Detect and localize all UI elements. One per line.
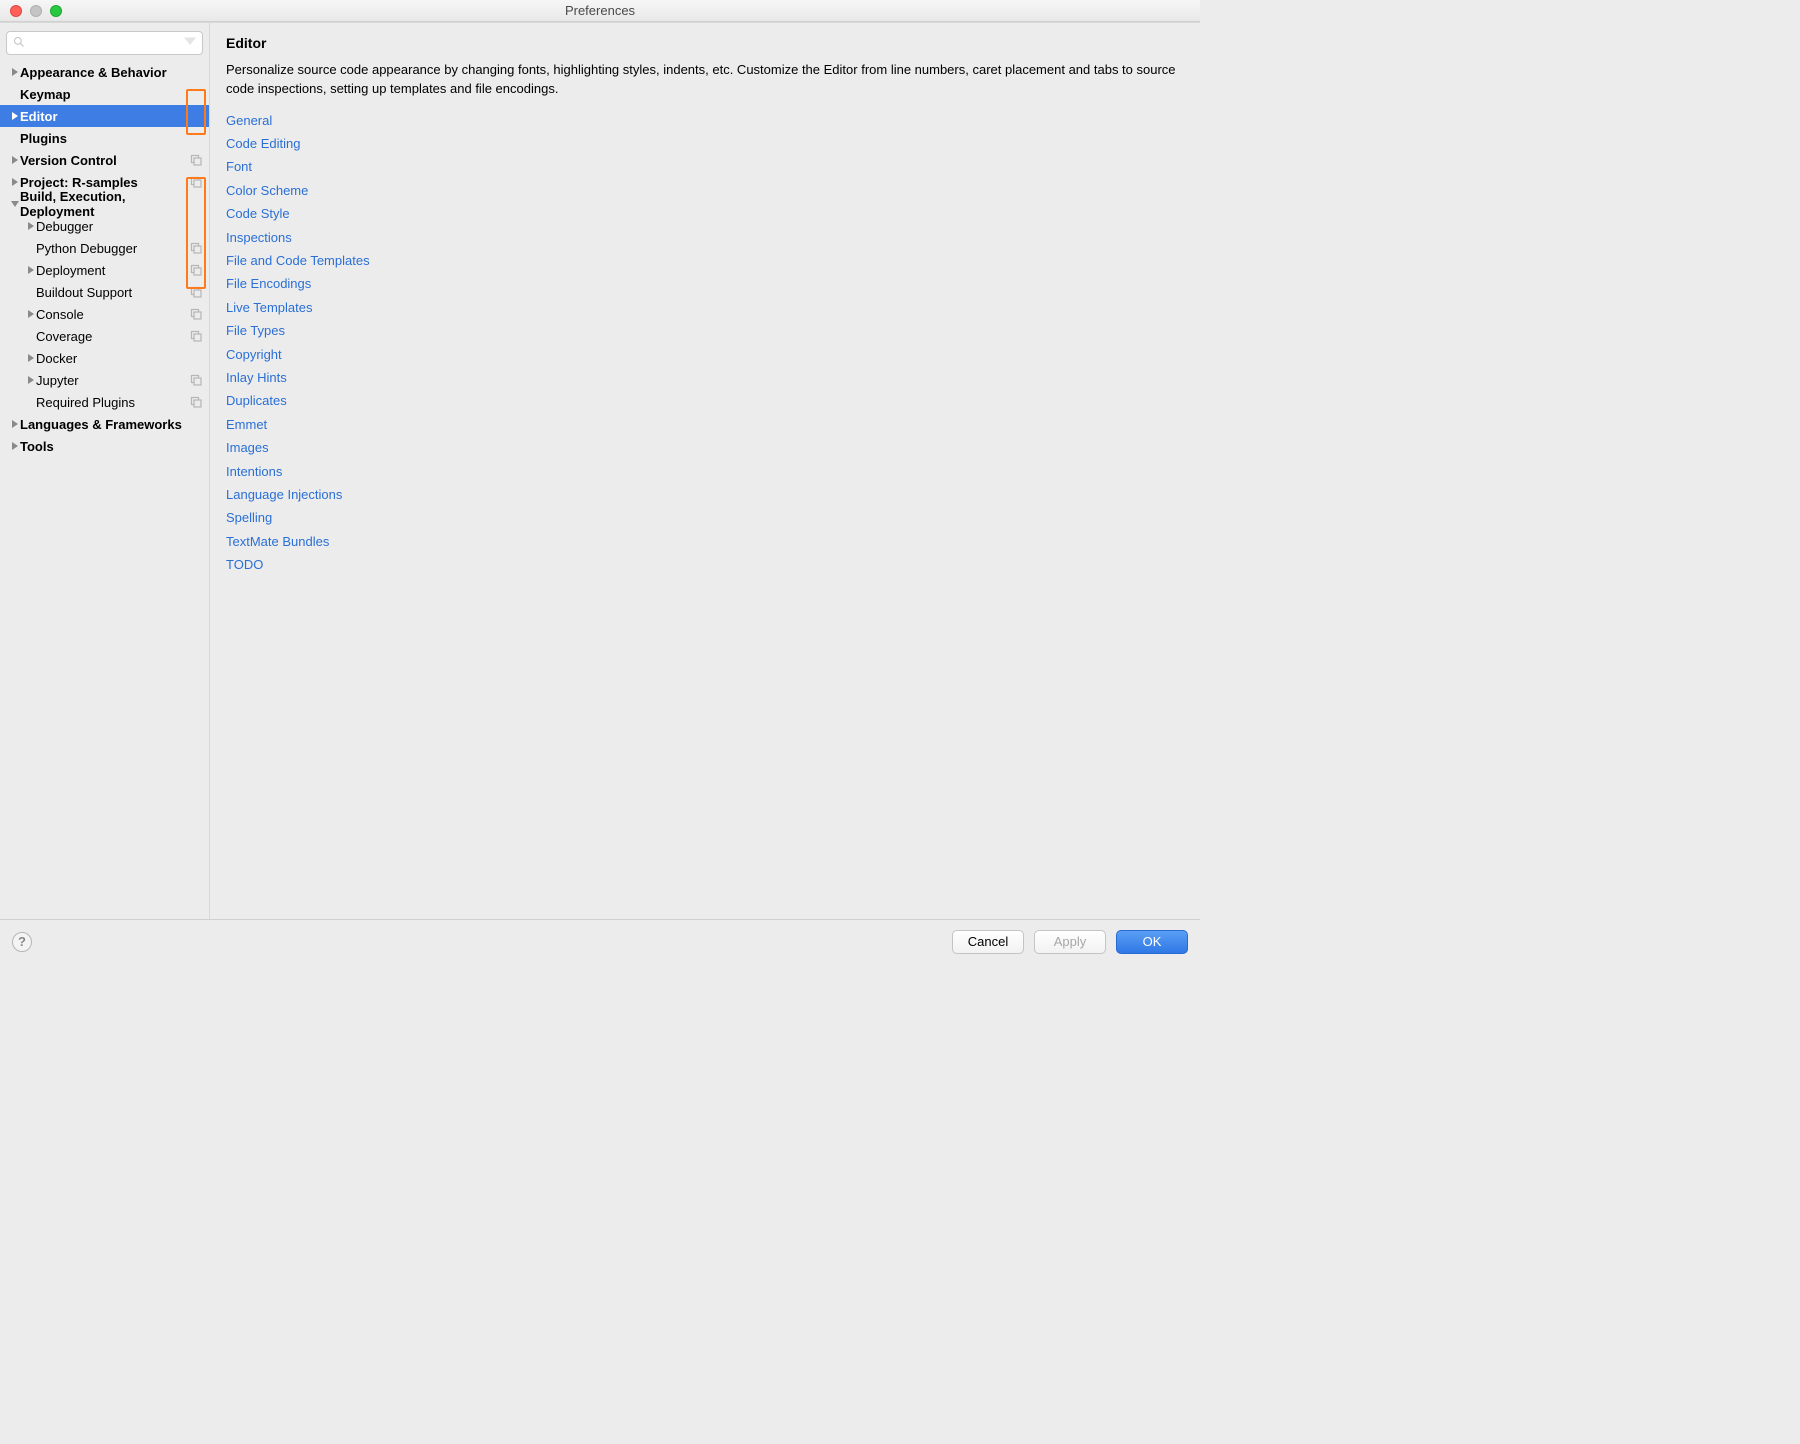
sidebar-item-label: Languages & Frameworks — [20, 417, 203, 432]
disclosure-right-icon[interactable] — [10, 68, 20, 76]
sidebar-item-languages-frameworks[interactable]: Languages & Frameworks — [0, 413, 209, 435]
page-title: Editor — [226, 35, 1184, 51]
sidebar-item-label: Editor — [20, 109, 203, 124]
page-description: Personalize source code appearance by ch… — [226, 61, 1184, 99]
sidebar-item-version-control[interactable]: Version Control — [0, 149, 209, 171]
sidebar-item-label: Version Control — [20, 153, 185, 168]
sidebar-item-coverage[interactable]: Coverage — [0, 325, 209, 347]
project-scope-icon — [189, 175, 203, 189]
sidebar-item-label: Buildout Support — [36, 285, 185, 300]
editor-link-language-injections[interactable]: Language Injections — [226, 483, 1184, 506]
sidebar-item-label: Keymap — [20, 87, 203, 102]
editor-link-color-scheme[interactable]: Color Scheme — [226, 179, 1184, 202]
editor-subpage-links: GeneralCode EditingFontColor SchemeCode … — [226, 109, 1184, 577]
editor-link-live-templates[interactable]: Live Templates — [226, 296, 1184, 319]
disclosure-right-icon[interactable] — [26, 310, 36, 318]
editor-link-general[interactable]: General — [226, 109, 1184, 132]
editor-link-spelling[interactable]: Spelling — [226, 506, 1184, 529]
editor-link-file-and-code-templates[interactable]: File and Code Templates — [226, 249, 1184, 272]
titlebar: Preferences — [0, 0, 1200, 22]
editor-link-copyright[interactable]: Copyright — [226, 343, 1184, 366]
sidebar-item-label: Console — [36, 307, 185, 322]
disclosure-right-icon[interactable] — [10, 156, 20, 164]
cancel-button[interactable]: Cancel — [952, 930, 1024, 954]
editor-link-font[interactable]: Font — [226, 155, 1184, 178]
chevron-down-icon — [184, 36, 196, 51]
sidebar-item-plugins[interactable]: Plugins — [0, 127, 209, 149]
apply-button[interactable]: Apply — [1034, 930, 1106, 954]
project-scope-icon — [189, 329, 203, 343]
sidebar-item-debugger[interactable]: Debugger — [0, 215, 209, 237]
sidebar: Appearance & Behavior Keymap Editor Plugins… — [0, 23, 210, 919]
disclosure-right-icon[interactable] — [26, 222, 36, 230]
project-scope-icon — [189, 241, 203, 255]
project-scope-icon — [189, 263, 203, 277]
editor-link-inspections[interactable]: Inspections — [226, 226, 1184, 249]
sidebar-item-appearance-behavior[interactable]: Appearance & Behavior — [0, 61, 209, 83]
editor-link-code-editing[interactable]: Code Editing — [226, 132, 1184, 155]
editor-link-textmate-bundles[interactable]: TextMate Bundles — [226, 530, 1184, 553]
sidebar-item-python-debugger[interactable]: Python Debugger — [0, 237, 209, 259]
editor-link-file-types[interactable]: File Types — [226, 319, 1184, 342]
main-panel: Editor Personalize source code appearanc… — [210, 23, 1200, 919]
editor-link-code-style[interactable]: Code Style — [226, 202, 1184, 225]
editor-link-file-encodings[interactable]: File Encodings — [226, 272, 1184, 295]
editor-link-emmet[interactable]: Emmet — [226, 413, 1184, 436]
disclosure-down-icon[interactable] — [10, 200, 20, 208]
project-scope-icon — [189, 307, 203, 321]
editor-link-todo[interactable]: TODO — [226, 553, 1184, 576]
disclosure-right-icon[interactable] — [10, 178, 20, 186]
sidebar-item-tools[interactable]: Tools — [0, 435, 209, 457]
sidebar-item-label: Project: R-samples — [20, 175, 185, 190]
disclosure-right-icon[interactable] — [26, 354, 36, 362]
ok-button[interactable]: OK — [1116, 930, 1188, 954]
sidebar-item-label: Appearance & Behavior — [20, 65, 203, 80]
disclosure-right-icon[interactable] — [10, 112, 20, 120]
settings-tree: Appearance & Behavior Keymap Editor Plugins… — [0, 59, 209, 919]
dialog-footer: ? Cancel Apply OK — [0, 919, 1200, 963]
editor-link-intentions[interactable]: Intentions — [226, 460, 1184, 483]
sidebar-item-buildout-support[interactable]: Buildout Support — [0, 281, 209, 303]
search-icon — [13, 36, 25, 51]
sidebar-item-label: Deployment — [36, 263, 185, 278]
sidebar-item-jupyter[interactable]: Jupyter — [0, 369, 209, 391]
editor-link-inlay-hints[interactable]: Inlay Hints — [226, 366, 1184, 389]
disclosure-right-icon[interactable] — [10, 442, 20, 450]
sidebar-item-docker[interactable]: Docker — [0, 347, 209, 369]
disclosure-right-icon[interactable] — [10, 420, 20, 428]
sidebar-item-build-execution-deployment[interactable]: Build, Execution, Deployment — [0, 193, 209, 215]
project-scope-icon — [189, 373, 203, 387]
search-field[interactable] — [29, 36, 184, 50]
project-scope-icon — [189, 395, 203, 409]
sidebar-item-label: Tools — [20, 439, 203, 454]
sidebar-item-console[interactable]: Console — [0, 303, 209, 325]
sidebar-item-label: Python Debugger — [36, 241, 185, 256]
editor-link-duplicates[interactable]: Duplicates — [226, 389, 1184, 412]
project-scope-icon — [189, 285, 203, 299]
window-title: Preferences — [0, 3, 1200, 18]
sidebar-item-label: Debugger — [36, 219, 203, 234]
editor-link-images[interactable]: Images — [226, 436, 1184, 459]
sidebar-item-label: Coverage — [36, 329, 185, 344]
sidebar-item-label: Required Plugins — [36, 395, 185, 410]
sidebar-item-required-plugins[interactable]: Required Plugins — [0, 391, 209, 413]
search-input[interactable] — [6, 31, 203, 55]
sidebar-item-editor[interactable]: Editor — [0, 105, 209, 127]
sidebar-item-label: Plugins — [20, 131, 203, 146]
disclosure-right-icon[interactable] — [26, 376, 36, 384]
sidebar-item-deployment[interactable]: Deployment — [0, 259, 209, 281]
sidebar-item-label: Docker — [36, 351, 203, 366]
help-button[interactable]: ? — [12, 932, 32, 952]
disclosure-right-icon[interactable] — [26, 266, 36, 274]
project-scope-icon — [189, 153, 203, 167]
sidebar-item-keymap[interactable]: Keymap — [0, 83, 209, 105]
sidebar-item-label: Jupyter — [36, 373, 185, 388]
